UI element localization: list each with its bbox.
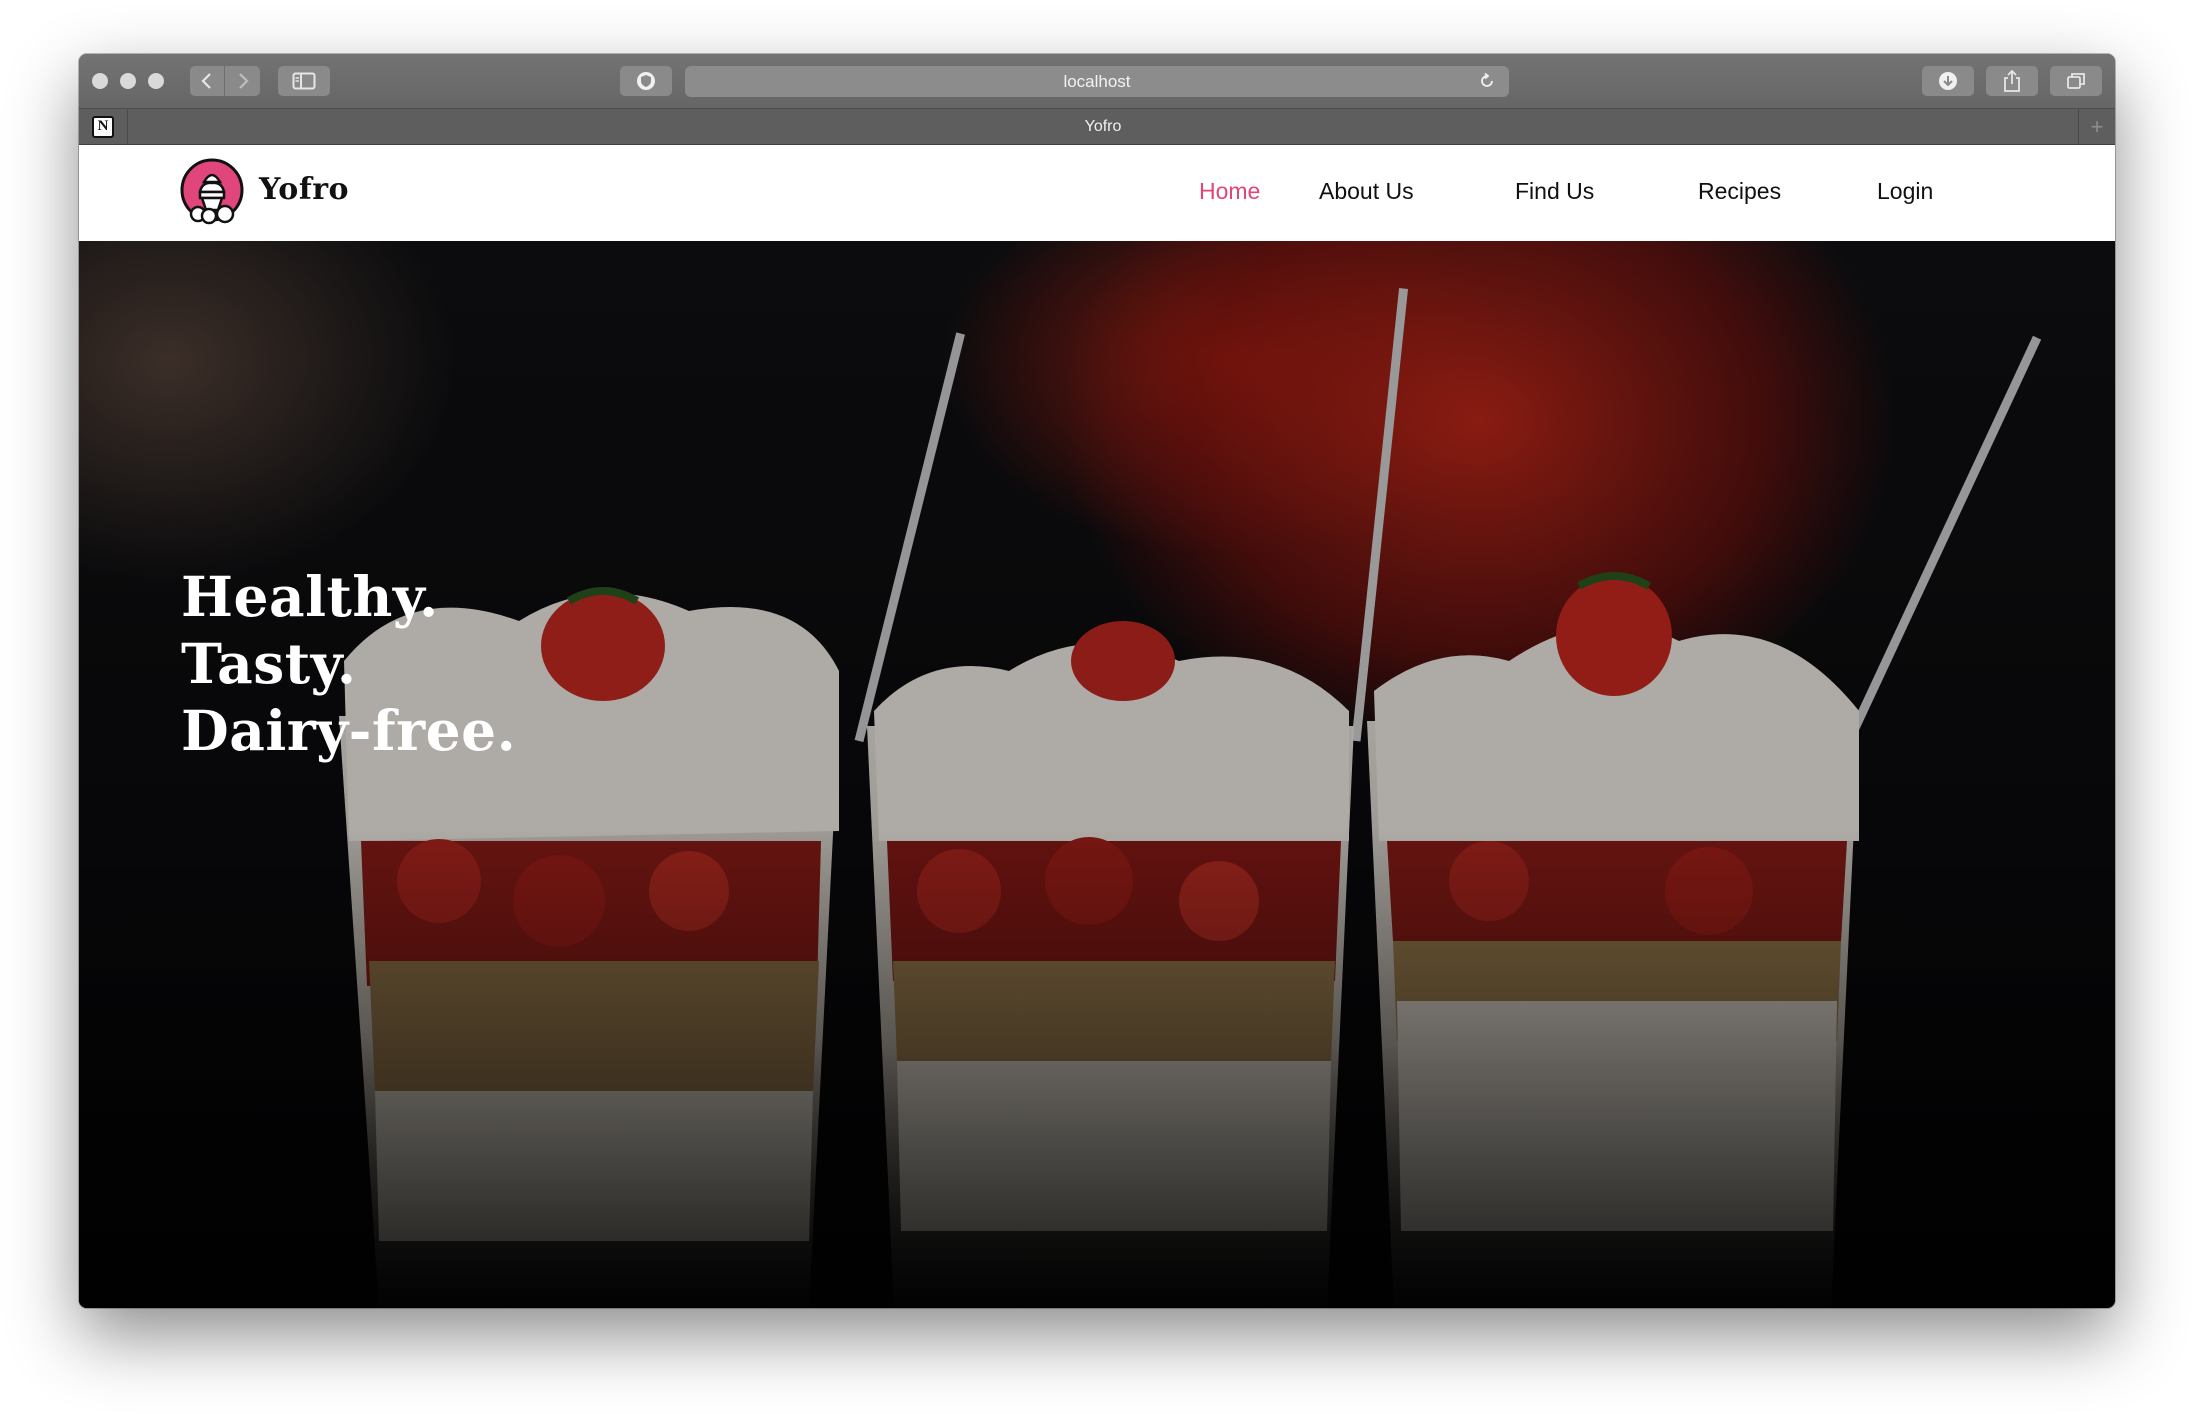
new-tab-button[interactable]: + (2078, 109, 2115, 144)
tab-title: Yofro (1084, 117, 1122, 135)
nav-about-us[interactable]: About Us (1319, 178, 1414, 205)
close-icon[interactable] (92, 73, 108, 89)
web-page: Yofro Home About Us Find Us Recipes Logi… (79, 145, 2115, 1308)
browser-window: localhost N Yofro + Yofro Home About Us … (79, 54, 2115, 1308)
url-text: localhost (1063, 71, 1131, 91)
sidebar-icon (292, 72, 316, 90)
logo-icon[interactable] (180, 158, 244, 226)
nav-login[interactable]: Login (1877, 178, 1933, 205)
zoom-icon[interactable] (148, 73, 164, 89)
downloads-icon (1939, 72, 1957, 90)
forward-icon (238, 73, 249, 89)
site-navbar: Yofro Home About Us Find Us Recipes Logi… (79, 145, 2115, 241)
sidebar-button[interactable] (278, 66, 330, 96)
reload-icon[interactable] (1477, 71, 1497, 91)
minimize-icon[interactable] (120, 73, 136, 89)
share-button[interactable] (1986, 66, 2038, 96)
privacy-shield-icon (637, 72, 655, 90)
downloads-button[interactable] (1922, 66, 1974, 96)
privacy-report-button[interactable] (620, 66, 672, 96)
tabs-overview-icon (2067, 73, 2085, 89)
address-bar[interactable]: localhost (685, 66, 1509, 97)
forward-button[interactable] (225, 66, 260, 96)
tagline-line-2: Tasty. (181, 631, 357, 696)
back-button[interactable] (190, 66, 225, 96)
tab-bar: N Yofro + (79, 109, 2115, 145)
tabs-overview-button[interactable] (2050, 66, 2102, 96)
brand-name[interactable]: Yofro (259, 172, 349, 207)
nav-home[interactable]: Home (1199, 178, 1260, 205)
nav-recipes[interactable]: Recipes (1698, 178, 1781, 205)
tab-active[interactable]: Yofro (127, 109, 2079, 144)
nav-find-us[interactable]: Find Us (1515, 178, 1594, 205)
tagline-line-1: Healthy. (181, 564, 439, 629)
tagline-line-3: Dairy-free. (181, 698, 517, 763)
hero-image (79, 241, 2115, 1308)
share-icon (2004, 69, 2020, 92)
pinned-tab[interactable]: N (79, 109, 128, 144)
back-icon (201, 73, 211, 89)
hero-section: Healthy. Tasty. Dairy-free. (79, 241, 2115, 1308)
browser-toolbar: localhost (79, 54, 2115, 109)
hero-tagline: Healthy. Tasty. Dairy-free. (181, 563, 516, 764)
notion-icon: N (92, 115, 114, 138)
